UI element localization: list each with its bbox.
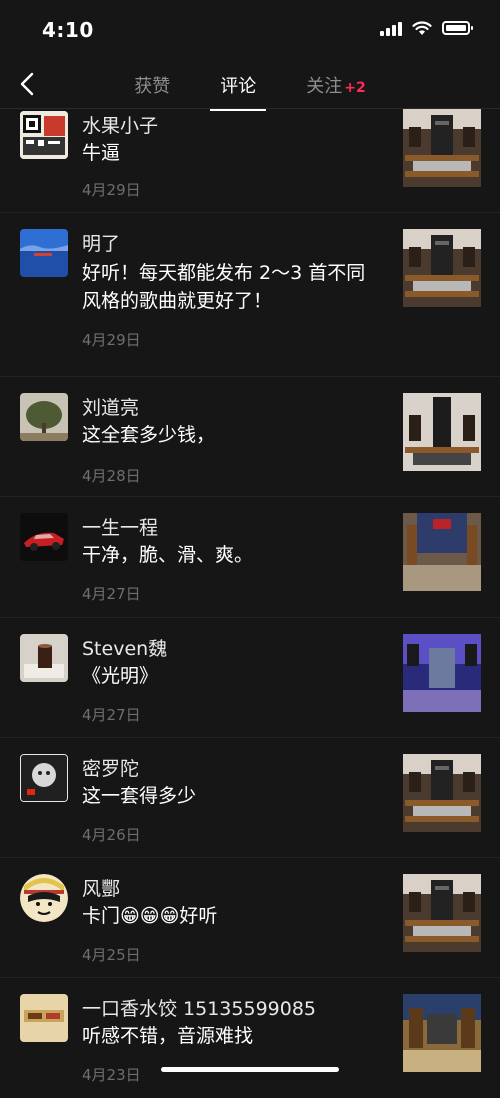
avatar[interactable] [20, 111, 68, 159]
avatar[interactable] [20, 754, 68, 802]
follows-badge: +2 [344, 80, 366, 96]
comment-author[interactable]: 一生一程 [82, 513, 158, 540]
comment-text: 牛逼 [82, 142, 121, 164]
video-thumbnail[interactable] [403, 393, 481, 471]
comment-date: 4月27日 [82, 706, 141, 724]
comment-date: 4月29日 [82, 331, 141, 349]
home-indicator [161, 1067, 339, 1072]
comment-author[interactable]: 明了 [82, 229, 120, 256]
wifi-icon [412, 21, 432, 35]
comment-text: 这一套得多少 [82, 785, 197, 807]
tab-likes[interactable]: 获赞 [134, 72, 170, 108]
status-bar: 4:10 [0, 0, 500, 60]
video-thumbnail[interactable] [403, 994, 481, 1072]
comment-author[interactable]: 刘道亮 [82, 393, 139, 420]
tab-likes-label: 获赞 [134, 76, 171, 97]
list-item[interactable]: 密罗陀 这一套得多少 4月26日 [0, 738, 500, 858]
cellular-signal-icon [380, 20, 402, 36]
comment-author[interactable]: Steven魏 [82, 634, 167, 661]
comment-text: 听感不错，音源难找 [82, 1025, 254, 1047]
tab-bar: 获赞 评论 关注 +2 [0, 72, 500, 111]
list-item[interactable]: 风酆 卡门😁😁😁好听 4月25日 [0, 858, 500, 978]
status-icons [380, 20, 473, 36]
avatar[interactable] [20, 513, 68, 561]
comment-author[interactable]: 一口香水饺 15135599085 [82, 994, 316, 1021]
tab-follows[interactable]: 关注 +2 [306, 72, 365, 108]
video-thumbnail[interactable] [403, 874, 481, 952]
tab-comments-label: 评论 [220, 76, 257, 97]
status-time: 4:10 [42, 18, 94, 42]
list-item[interactable]: 一口香水饺 15135599085 听感不错，音源难找 4月23日 [0, 978, 500, 1098]
comment-author[interactable]: 风酆 [82, 874, 120, 901]
avatar[interactable] [20, 229, 68, 277]
tab-follows-label: 关注 [306, 76, 343, 97]
comment-text: 干净，脆、滑、爽。 [82, 544, 254, 566]
comment-date: 4月29日 [82, 181, 141, 199]
comment-text: 卡门😁😁😁好听 [82, 905, 218, 927]
avatar[interactable] [20, 994, 68, 1042]
list-item[interactable]: 一生一程 干净，脆、滑、爽。 4月27日 [0, 497, 500, 618]
comment-date: 4月26日 [82, 826, 141, 844]
comment-text: 好听！每天都能发布 2～3 首不同风格的歌曲就更好了！ [82, 262, 366, 312]
comment-text: 《光明》 [82, 665, 159, 687]
battery-icon [442, 21, 473, 35]
video-thumbnail[interactable] [403, 634, 481, 712]
avatar[interactable] [20, 874, 68, 922]
avatar[interactable] [20, 634, 68, 682]
comment-date: 4月25日 [82, 946, 141, 964]
tab-comments[interactable]: 评论 [210, 72, 267, 111]
list-item[interactable]: Steven魏 《光明》 4月27日 [0, 618, 500, 738]
list-item[interactable]: 明了 好听！每天都能发布 2～3 首不同风格的歌曲就更好了！ 4月29日 [0, 213, 500, 377]
video-thumbnail[interactable] [403, 109, 481, 187]
comment-list: 水果小子 牛逼 4月29日 明了 好听！每天都能发布 2～3 首不同风格的歌曲就… [0, 109, 500, 1098]
comment-date: 4月27日 [82, 585, 141, 603]
avatar[interactable] [20, 393, 68, 441]
comment-text: 这全套多少钱， [82, 424, 216, 446]
list-item[interactable]: 刘道亮 这全套多少钱， 4月28日 [0, 377, 500, 497]
video-thumbnail[interactable] [403, 754, 481, 832]
comment-author[interactable]: 密罗陀 [82, 754, 139, 781]
comment-author[interactable]: 水果小子 [82, 111, 158, 138]
video-thumbnail[interactable] [403, 513, 481, 591]
list-item[interactable]: 水果小子 牛逼 4月29日 [0, 109, 500, 213]
video-thumbnail[interactable] [403, 229, 481, 307]
top-nav: 获赞 评论 关注 +2 [0, 62, 500, 111]
comment-date: 4月28日 [82, 467, 141, 485]
